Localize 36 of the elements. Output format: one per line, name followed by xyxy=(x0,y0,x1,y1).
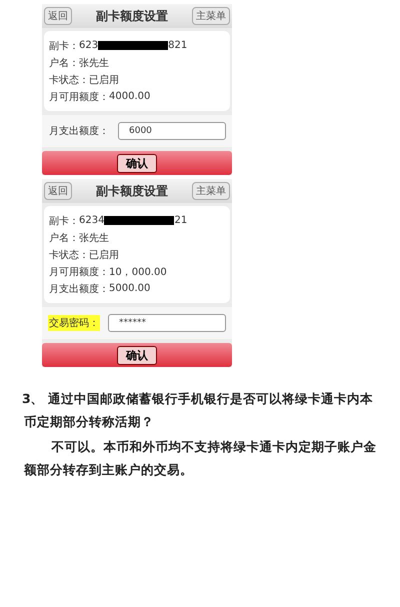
info-label: 卡状态： xyxy=(49,74,89,86)
field-label: 月支出额度： xyxy=(48,124,110,139)
confirm-button[interactable]: 确认 xyxy=(117,346,157,364)
field-label: 交易密码： xyxy=(48,315,100,331)
card-number-end: 21 xyxy=(174,215,188,226)
info-label: 户名： xyxy=(49,232,79,244)
card-label: 副卡： xyxy=(49,40,79,52)
confirm-button[interactable]: 确认 xyxy=(117,154,157,172)
info-value: 已启用 xyxy=(89,74,119,86)
redaction-bar xyxy=(104,216,174,225)
card-number-start: 6234 xyxy=(79,215,104,226)
info-value: 张先生 xyxy=(79,56,109,70)
main-menu-button[interactable]: 主菜单 xyxy=(192,7,230,25)
card-number-start: 623 xyxy=(79,40,98,51)
screen-title: 副卡额度设置 xyxy=(96,182,168,200)
info-label: 卡状态： xyxy=(49,248,89,262)
info-label: 月可用额度： xyxy=(49,266,109,278)
card-label: 副卡： xyxy=(49,214,79,228)
back-button[interactable]: 返回 xyxy=(44,7,72,25)
info-value: 10，000.00 xyxy=(109,266,167,278)
info-value: 4000.00 xyxy=(109,91,150,102)
answer-text: 不可以。本币和外币均不支持将绿卡通卡内定期子账户金额部分转存到主账户的交易。 xyxy=(24,438,378,479)
input-field[interactable]: 6000 xyxy=(118,122,226,140)
input-field[interactable]: ****** xyxy=(108,314,226,332)
redaction-bar xyxy=(98,41,168,50)
info-value: 张先生 xyxy=(79,232,109,244)
screen-title: 副卡额度设置 xyxy=(96,8,168,24)
info-value: 已启用 xyxy=(89,248,119,262)
info-value: 5000.00 xyxy=(109,283,150,294)
card-number-end: 821 xyxy=(168,40,188,51)
main-menu-button[interactable]: 主菜单 xyxy=(192,182,230,200)
question-text: 3、 通过中国邮政储蓄银行手机银行是否可以将绿卡通卡内本币定期部分转称活期？ xyxy=(24,390,374,431)
back-button[interactable]: 返回 xyxy=(44,182,72,200)
info-label: 月可用额度： xyxy=(49,90,109,104)
info-label: 月支出额度： xyxy=(49,282,109,296)
info-label: 户名： xyxy=(49,56,79,70)
